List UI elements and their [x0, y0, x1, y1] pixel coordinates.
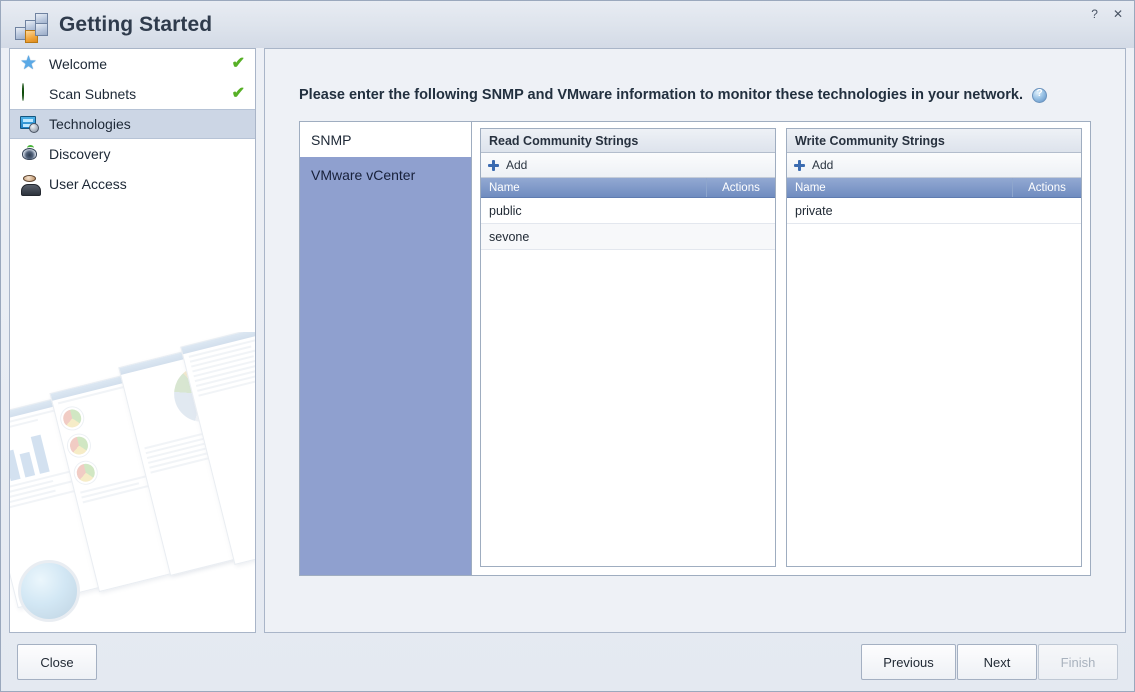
grid-column-headers: Name Actions — [481, 178, 775, 198]
star-icon: ★ — [20, 53, 38, 74]
column-header-actions[interactable]: Actions — [1013, 178, 1081, 197]
grid-column-headers: Name Actions — [787, 178, 1081, 198]
table-row[interactable]: sevone — [481, 224, 775, 250]
plus-icon — [794, 159, 805, 171]
column-header-name[interactable]: Name — [481, 178, 707, 197]
add-read-community-button[interactable]: Add — [481, 153, 775, 178]
sidebar-item-technologies[interactable]: Technologies — [10, 109, 255, 139]
community-strings-grids: Read Community Strings Add Name Actions … — [472, 122, 1090, 575]
tab-snmp[interactable]: SNMP — [300, 122, 471, 157]
add-label: Add — [506, 158, 528, 172]
previous-button[interactable]: Previous — [861, 644, 956, 680]
radar-eye-icon — [20, 144, 40, 164]
close-icon[interactable]: ✕ — [1110, 6, 1126, 22]
completed-check-icon: ✔ — [231, 85, 245, 102]
grid-rows: private — [787, 198, 1081, 566]
sidebar-item-label: Scan Subnets — [49, 86, 137, 102]
close-button[interactable]: Close — [17, 644, 97, 680]
add-label: Add — [812, 158, 834, 172]
grid-title: Write Community Strings — [787, 129, 1081, 153]
technology-tab-list: SNMP VMware vCenter — [300, 122, 472, 575]
tab-label: VMware vCenter — [311, 166, 416, 183]
user-icon — [20, 174, 41, 196]
tab-label: SNMP — [311, 131, 352, 148]
instruction-text: Please enter the following SNMP and VMwa… — [299, 87, 1024, 103]
add-write-community-button[interactable]: Add — [787, 153, 1081, 178]
column-header-actions[interactable]: Actions — [707, 178, 775, 197]
table-row[interactable]: public — [481, 198, 775, 224]
window-title-bar: Getting Started ? ✕ — [1, 1, 1134, 48]
table-row[interactable]: private — [787, 198, 1081, 224]
help-button[interactable]: ? — [1088, 6, 1101, 22]
next-button[interactable]: Next — [957, 644, 1037, 680]
read-community-strings-grid: Read Community Strings Add Name Actions … — [480, 128, 776, 567]
window-body: ★ Welcome ✔ Scan Subnets ✔ Technologies … — [1, 48, 1134, 633]
sidebar-item-label: Discovery — [49, 146, 111, 162]
cell-name: public — [489, 203, 522, 218]
help-circle-icon[interactable] — [1032, 87, 1048, 103]
green-globe-icon — [20, 83, 40, 104]
plus-icon — [488, 159, 499, 171]
decorative-dashboard-collage — [10, 332, 255, 632]
window-controls: ? ✕ — [1088, 6, 1126, 22]
finish-button: Finish — [1038, 644, 1118, 680]
cell-name: private — [795, 203, 833, 218]
sidebar-item-scan-subnets[interactable]: Scan Subnets ✔ — [10, 79, 255, 109]
page-title: Getting Started — [59, 12, 213, 36]
sidebar-item-user-access[interactable]: User Access — [10, 169, 255, 199]
sidebar-item-label: Welcome — [49, 56, 108, 72]
sidebar-item-welcome[interactable]: ★ Welcome ✔ — [10, 49, 255, 79]
wizard-content: Please enter the following SNMP and VMwa… — [264, 48, 1126, 633]
wizard-sidebar: ★ Welcome ✔ Scan Subnets ✔ Technologies … — [9, 48, 256, 633]
technologies-panel: SNMP VMware vCenter Read Community Strin… — [299, 121, 1091, 576]
tab-vmware-vcenter[interactable]: VMware vCenter — [300, 157, 471, 192]
grid-title: Read Community Strings — [481, 129, 775, 153]
completed-check-icon: ✔ — [231, 55, 245, 72]
instruction-text-row: Please enter the following SNMP and VMwa… — [299, 87, 1125, 103]
grid-rows: public sevone — [481, 198, 775, 566]
write-community-strings-grid: Write Community Strings Add Name Actions… — [786, 128, 1082, 567]
wizard-footer: Close Previous Next Finish — [1, 633, 1134, 691]
sidebar-item-label: Technologies — [49, 116, 131, 132]
getting-started-window: Getting Started ? ✕ ★ Welcome ✔ Scan Sub… — [0, 0, 1135, 692]
sidebar-item-discovery[interactable]: Discovery — [10, 139, 255, 169]
column-header-name[interactable]: Name — [787, 178, 1013, 197]
sidebar-item-label: User Access — [49, 176, 127, 192]
monitor-gear-icon — [20, 114, 40, 134]
blocks-stack-icon — [15, 8, 49, 43]
cell-name: sevone — [489, 229, 530, 244]
